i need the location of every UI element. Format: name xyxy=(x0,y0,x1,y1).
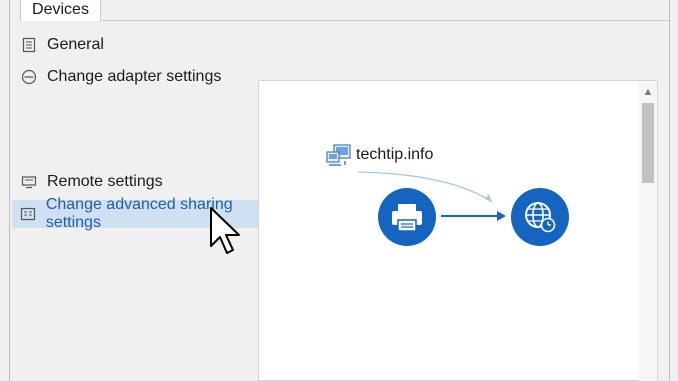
nav-item-general[interactable]: General xyxy=(20,36,104,54)
nav-item-adapter-settings-label: Change adapter settings xyxy=(47,68,222,85)
scroll-thumb[interactable] xyxy=(642,103,654,183)
tab-devices[interactable]: Devices xyxy=(20,0,101,21)
tab-strip-line xyxy=(102,20,669,21)
straight-arrow-head xyxy=(497,211,506,221)
nav-item-general-label: General xyxy=(47,36,104,53)
window-border-right xyxy=(669,0,670,381)
sharing-icon xyxy=(20,205,37,223)
globe-clock-icon xyxy=(510,187,570,252)
nav-item-advanced-sharing[interactable]: Change advanced sharing settings xyxy=(12,196,276,231)
curved-arrow-head xyxy=(485,194,492,202)
remote-icon xyxy=(20,173,38,191)
tab-devices-label: Devices xyxy=(32,1,89,18)
adapter-icon xyxy=(20,68,38,86)
vertical-scrollbar[interactable]: ▲ xyxy=(639,81,657,381)
window-border-left xyxy=(9,0,10,381)
document-icon xyxy=(20,36,38,54)
nav-item-adapter-settings[interactable]: Change adapter settings xyxy=(20,68,221,86)
nav-item-remote-settings[interactable]: Remote settings xyxy=(20,173,163,191)
printer-icon xyxy=(377,187,437,252)
scroll-up-icon[interactable]: ▲ xyxy=(639,85,657,99)
nav-item-remote-settings-label: Remote settings xyxy=(47,173,163,190)
nav-item-advanced-sharing-label: Change advanced sharing settings xyxy=(45,196,233,231)
